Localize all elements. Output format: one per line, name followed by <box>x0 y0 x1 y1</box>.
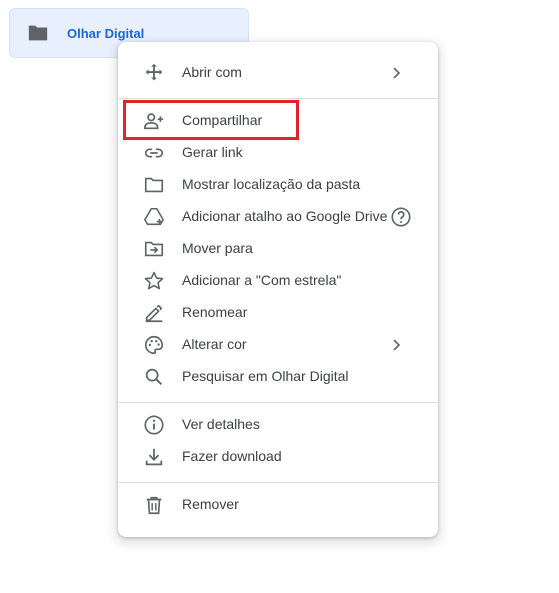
menu-item-show-location[interactable]: Mostrar localização da pasta <box>118 169 438 201</box>
palette-icon <box>142 333 166 357</box>
folder-icon <box>27 23 49 43</box>
info-icon <box>142 413 166 437</box>
open-with-icon <box>142 61 166 85</box>
download-icon <box>142 445 166 469</box>
menu-item-label: Pesquisar em Olhar Digital <box>182 368 349 384</box>
menu-divider <box>118 482 438 483</box>
menu-item-label: Fazer download <box>182 448 282 464</box>
add-shortcut-icon <box>142 205 166 229</box>
search-icon <box>142 365 166 389</box>
menu-item-label: Compartilhar <box>182 112 263 128</box>
menu-item-get-link[interactable]: Gerar link <box>118 137 438 169</box>
help-icon[interactable] <box>390 206 412 228</box>
menu-item-rename[interactable]: Renomear <box>118 297 438 329</box>
move-to-folder-icon <box>142 237 166 261</box>
chevron-right-icon <box>386 335 406 355</box>
menu-item-label: Adicionar atalho ao Google Drive <box>182 208 388 224</box>
menu-item-label: Ver detalhes <box>182 416 260 432</box>
folder-outline-icon <box>142 173 166 197</box>
folder-name: Olhar Digital <box>67 26 145 41</box>
menu-item-label: Remover <box>182 496 239 512</box>
menu-divider <box>118 98 438 99</box>
menu-item-move-to[interactable]: Mover para <box>118 233 438 265</box>
menu-item-add-shortcut[interactable]: Adicionar atalho ao Google Drive <box>118 201 438 233</box>
menu-item-label: Renomear <box>182 304 248 320</box>
menu-item-search-in[interactable]: Pesquisar em Olhar Digital <box>118 361 438 393</box>
menu-item-change-color[interactable]: Alterar cor <box>118 329 438 361</box>
menu-item-add-starred[interactable]: Adicionar a "Com estrela" <box>118 265 438 297</box>
share-person-add-icon <box>142 109 166 133</box>
menu-item-label: Mover para <box>182 240 253 256</box>
chevron-right-icon <box>386 63 406 83</box>
menu-item-label: Mostrar localização da pasta <box>182 176 361 192</box>
trash-icon <box>142 493 166 517</box>
menu-item-view-details[interactable]: Ver detalhes <box>118 409 438 441</box>
menu-item-label: Abrir com <box>182 64 242 80</box>
menu-item-share[interactable]: Compartilhar <box>118 105 438 137</box>
menu-item-label: Gerar link <box>182 144 243 160</box>
menu-item-label: Alterar cor <box>182 336 247 352</box>
context-menu: Abrir com Compartilhar Gerar link Mostra… <box>118 42 438 537</box>
link-icon <box>142 141 166 165</box>
menu-divider <box>118 402 438 403</box>
star-icon <box>142 269 166 293</box>
pencil-icon <box>142 301 166 325</box>
menu-item-download[interactable]: Fazer download <box>118 441 438 473</box>
menu-item-open-with[interactable]: Abrir com <box>118 57 438 89</box>
menu-item-remove[interactable]: Remover <box>118 489 438 521</box>
menu-item-label: Adicionar a "Com estrela" <box>182 272 342 288</box>
